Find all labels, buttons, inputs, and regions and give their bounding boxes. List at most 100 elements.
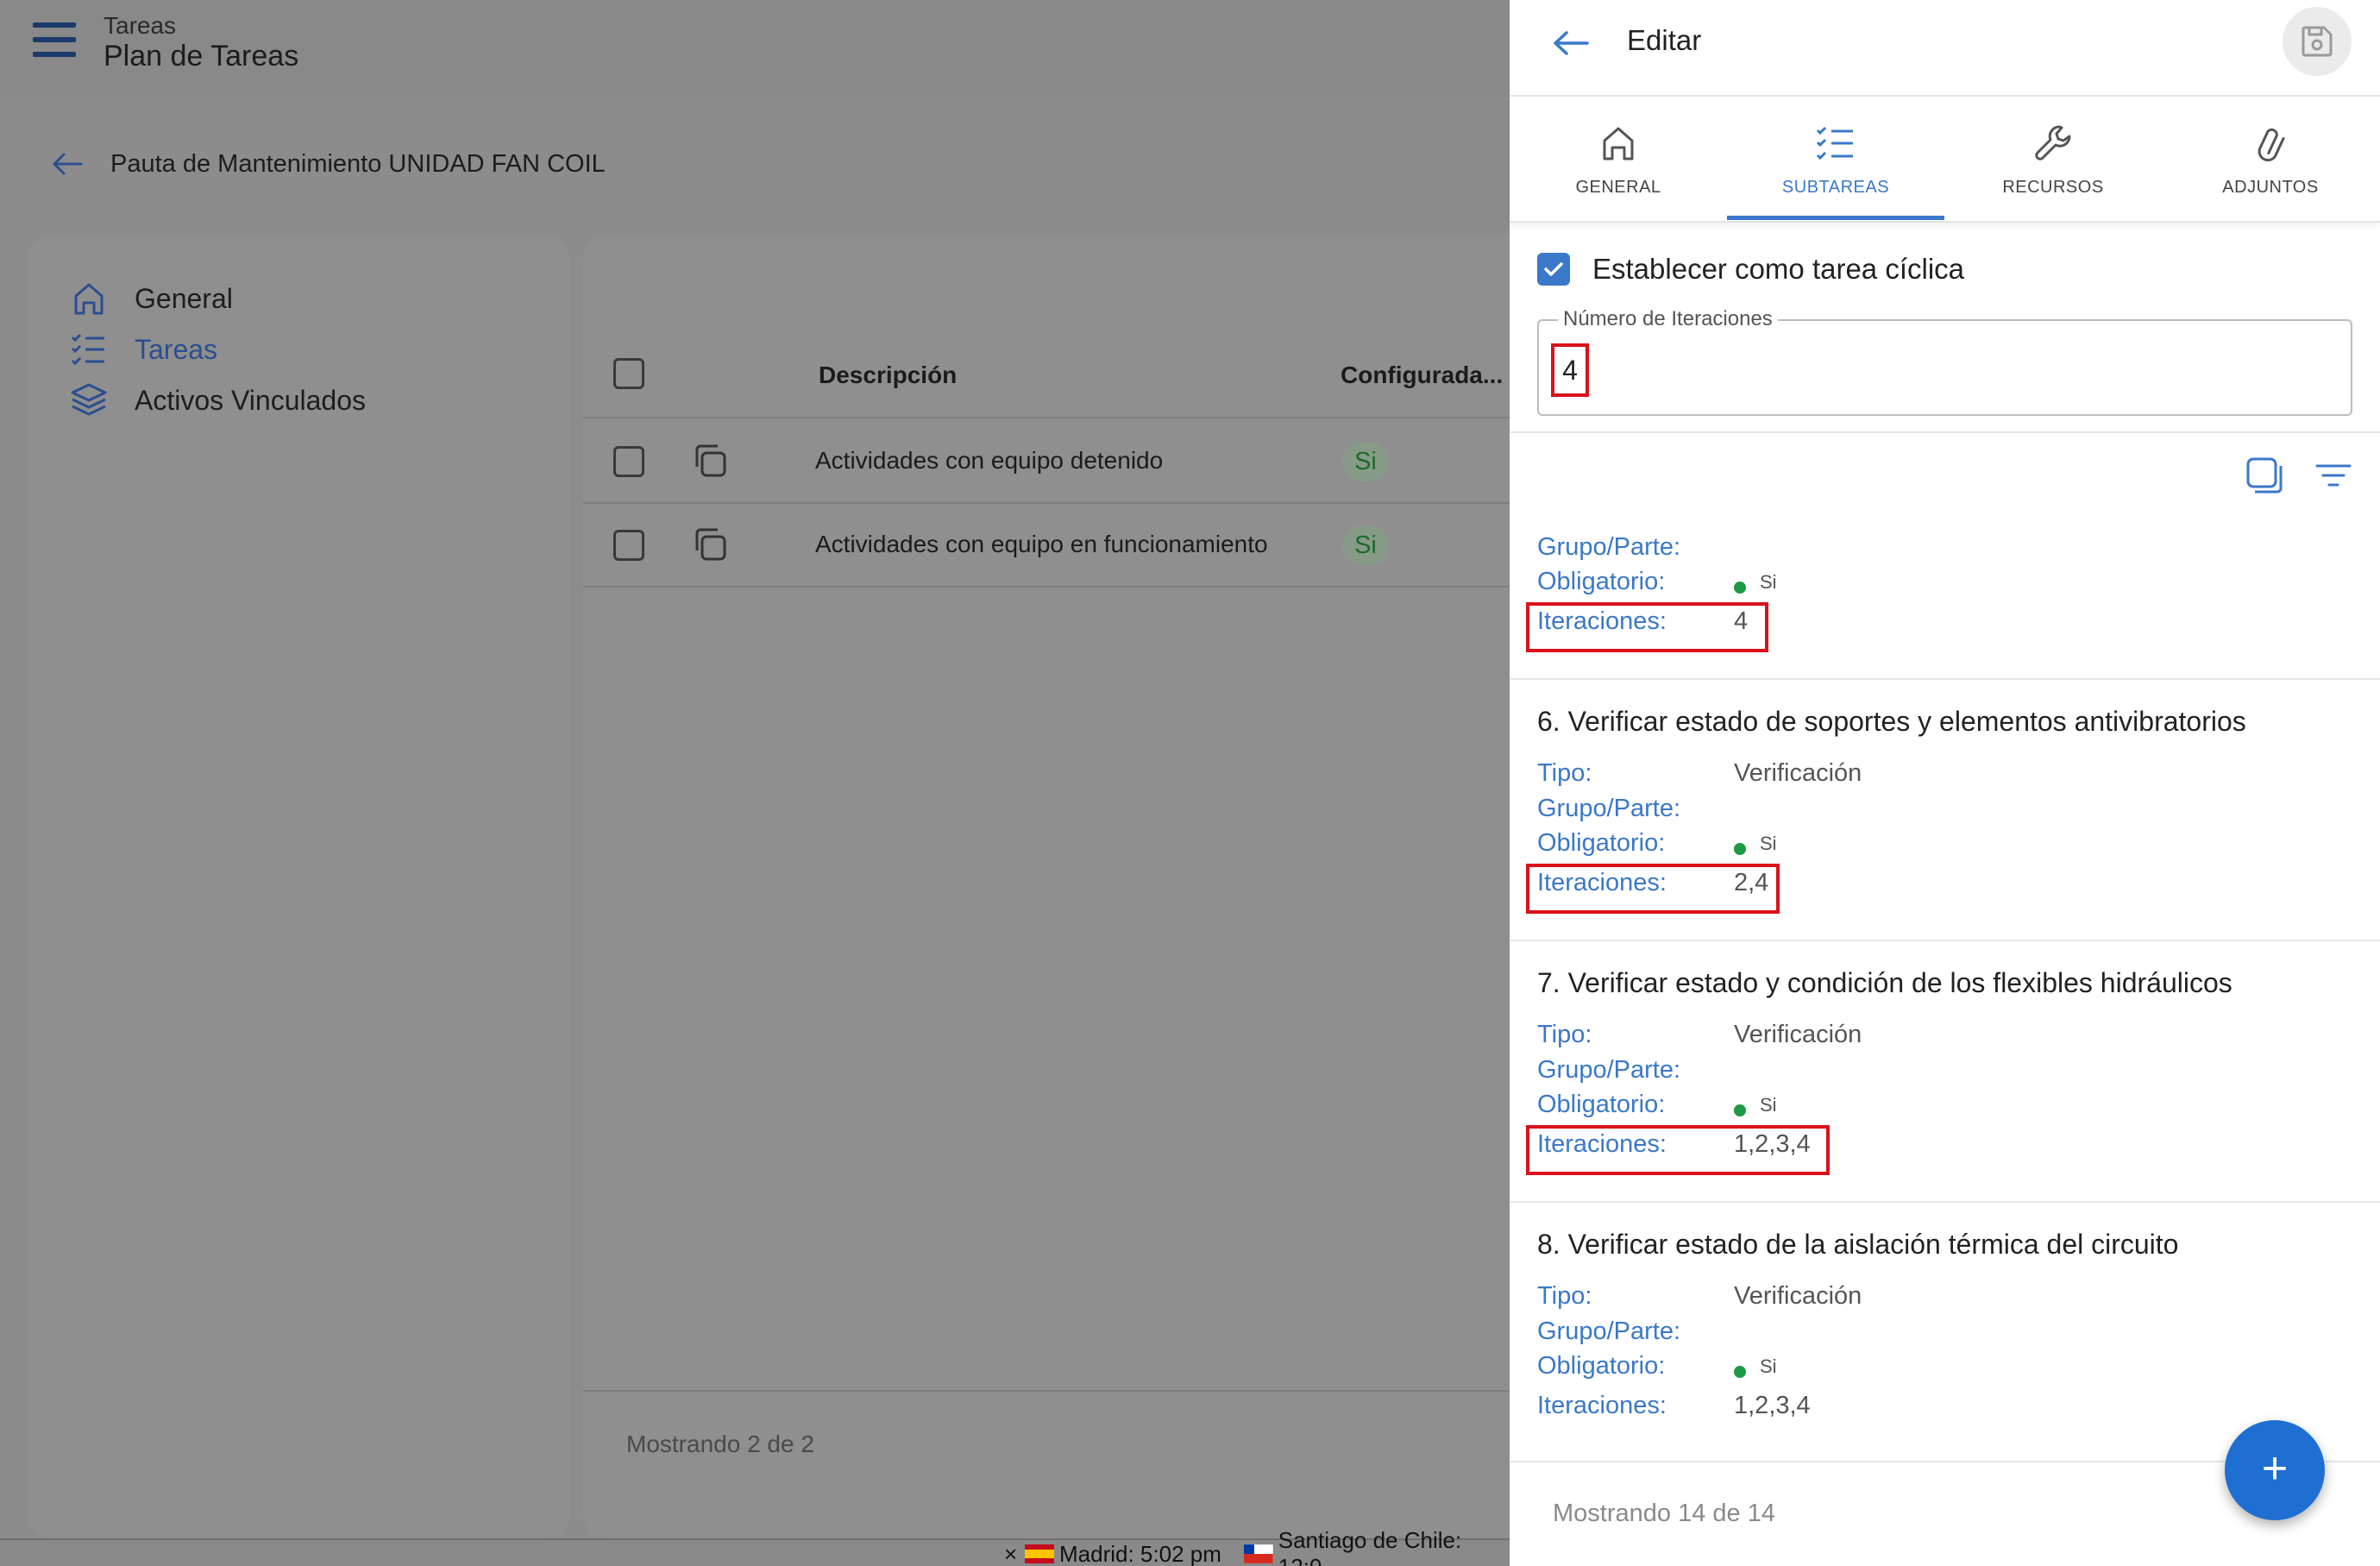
row-checkbox[interactable] xyxy=(613,530,644,561)
divider xyxy=(1510,1201,2380,1203)
divider xyxy=(1510,678,2380,680)
panel-tabs: GENERAL SUBTAREAS RECURSOS ADJUNTOS xyxy=(1510,97,2380,223)
hamburger-menu-icon[interactable] xyxy=(33,22,76,60)
field-label: Grupo/Parte: xyxy=(1537,1318,1681,1345)
status-dot-icon xyxy=(1734,1104,1746,1116)
background-app: Tareas Plan de Tareas Pauta de Mantenimi… xyxy=(0,0,1510,1566)
field-value: Verificación xyxy=(1734,1021,1862,1048)
field-value: Si xyxy=(1760,571,1777,593)
column-header-descripcion[interactable]: Descripción xyxy=(819,362,957,389)
highlight-box xyxy=(1526,864,1780,914)
tab-adjuntos[interactable]: ADJUNTOS xyxy=(2162,97,2379,223)
field-label: Obligatorio: xyxy=(1537,829,1666,857)
save-button[interactable] xyxy=(2283,7,2352,76)
divider xyxy=(1510,431,2380,433)
page-title: Plan de Tareas xyxy=(104,40,299,72)
status-santiago: Santiago de Chile: 12:0 xyxy=(1244,1527,1510,1566)
status-dot-icon xyxy=(1734,1366,1746,1378)
sidebar-item-tareas[interactable]: Tareas xyxy=(69,330,217,369)
chile-flag-icon xyxy=(1244,1544,1273,1563)
field-label: Obligatorio: xyxy=(1537,1352,1666,1380)
wrench-icon xyxy=(2035,125,2071,160)
field-label: Tipo: xyxy=(1537,1282,1592,1310)
iterations-field-value[interactable]: 4 xyxy=(1551,343,1589,397)
screen: Tareas Plan de Tareas Pauta de Mantenimi… xyxy=(0,0,2380,1566)
field-label: Obligatorio: xyxy=(1537,1091,1666,1118)
field-label: Grupo/Parte: xyxy=(1537,1056,1681,1084)
copy-icon[interactable] xyxy=(690,525,730,564)
iterations-field-label: Número de Iteraciones xyxy=(1558,307,1778,331)
field-value: 1,2,3,4 xyxy=(1734,1392,1811,1419)
sidebar-item-general[interactable]: General xyxy=(69,279,233,318)
table-footer-divider xyxy=(583,1390,1510,1392)
field-label: Grupo/Parte: xyxy=(1537,533,1681,561)
table-row[interactable]: Actividades con equipo detenido Si xyxy=(583,420,1510,504)
row-checkbox[interactable] xyxy=(613,446,644,477)
status-madrid: Madrid: 5:02 pm xyxy=(1025,1540,1221,1566)
sidebar-item-label: Tareas xyxy=(135,333,218,365)
status-close[interactable]: × xyxy=(1004,1540,1017,1566)
sidebar-item-activos-vinculados[interactable]: Activos Vinculados xyxy=(69,380,366,420)
subtask-title[interactable]: 7. Verificar estado y condición de los f… xyxy=(1537,967,2232,999)
table-footer-count: Mostrando 2 de 2 xyxy=(626,1431,814,1457)
back-arrow-icon[interactable] xyxy=(50,147,85,181)
checklist-icon xyxy=(71,333,104,366)
santiago-time: Santiago de Chile: 12:0 xyxy=(1278,1527,1462,1566)
cyclic-task-checkbox[interactable] xyxy=(1537,253,1570,286)
madrid-time: Madrid: 5:02 pm xyxy=(1059,1540,1221,1566)
subtask-title[interactable]: 8. Verificar estado de la aislación térm… xyxy=(1537,1229,2178,1261)
field-value: Si xyxy=(1760,1094,1777,1116)
tab-label: GENERAL xyxy=(1575,178,1661,197)
app-section-label: Tareas xyxy=(104,12,177,39)
status-dot-icon xyxy=(1734,582,1746,594)
panel-title: Editar xyxy=(1627,24,1702,56)
home-icon xyxy=(1603,127,1634,160)
tab-label: SUBTAREAS xyxy=(1781,178,1890,197)
field-value: Si xyxy=(1760,1355,1777,1377)
field-value: Verificación xyxy=(1734,1282,1862,1310)
panel-header: Editar xyxy=(1510,0,2380,97)
breadcrumb-title: Pauta de Mantenimiento UNIDAD FAN COIL xyxy=(110,149,606,178)
panel-footer-count: Mostrando 14 de 14 xyxy=(1553,1500,1775,1527)
checklist-icon xyxy=(1816,126,1853,160)
field-label: Iteraciones: xyxy=(1537,1392,1667,1419)
sidebar-item-label: Activos Vinculados xyxy=(135,384,366,416)
tab-subtareas[interactable]: SUBTAREAS xyxy=(1727,97,1944,223)
status-bar: × Madrid: 5:02 pm Santiago de Chile: 12:… xyxy=(0,1527,1510,1566)
subtask-title[interactable]: 6. Verificar estado de soportes y elemen… xyxy=(1537,706,2246,738)
add-subtask-button[interactable]: + xyxy=(2225,1420,2325,1520)
select-all-checkbox[interactable] xyxy=(613,358,644,389)
tasks-table: Descripción Configurada... Actividades c… xyxy=(583,236,1510,1538)
tab-label: RECURSOS xyxy=(2002,178,2104,197)
row-description: Actividades con equipo en funcionamiento xyxy=(815,531,1268,557)
field-label: Grupo/Parte: xyxy=(1537,795,1681,822)
copy-icon[interactable] xyxy=(690,441,730,481)
top-bar: Tareas Plan de Tareas xyxy=(0,0,1510,97)
table-row[interactable]: Actividades con equipo en funcionamiento… xyxy=(583,504,1510,588)
highlight-box xyxy=(1526,602,1768,652)
spain-flag-icon xyxy=(1025,1544,1054,1563)
tab-recursos[interactable]: RECURSOS xyxy=(1944,97,2162,223)
highlight-box xyxy=(1526,1125,1830,1175)
configured-badge: Si xyxy=(1342,442,1389,481)
paperclip-icon xyxy=(2258,128,2285,162)
cyclic-task-option[interactable]: Establecer como tarea cíclica xyxy=(1537,253,1964,286)
select-all-icon[interactable] xyxy=(2245,456,2284,495)
status-dot-icon xyxy=(1734,843,1746,855)
tab-general[interactable]: GENERAL xyxy=(1510,97,1727,223)
sidebar-item-label: General xyxy=(135,282,233,314)
filter-icon[interactable] xyxy=(2314,456,2353,495)
back-arrow-icon[interactable] xyxy=(1551,26,1591,60)
row-description: Actividades con equipo detenido xyxy=(815,447,1164,474)
divider xyxy=(1510,940,2380,941)
save-icon xyxy=(2302,26,2333,57)
active-tab-indicator xyxy=(1727,216,1944,220)
configured-badge: Si xyxy=(1342,525,1389,565)
home-icon xyxy=(74,283,104,315)
layers-icon xyxy=(71,383,107,416)
field-value: Verificación xyxy=(1734,759,1862,787)
cyclic-task-label: Establecer como tarea cíclica xyxy=(1592,253,1965,285)
column-header-configurada[interactable]: Configurada... xyxy=(1341,362,1503,389)
sidebar: General Tareas Activos Vinculados xyxy=(28,236,569,1538)
iterations-number-field[interactable]: Número de Iteraciones 4 xyxy=(1537,307,2352,416)
